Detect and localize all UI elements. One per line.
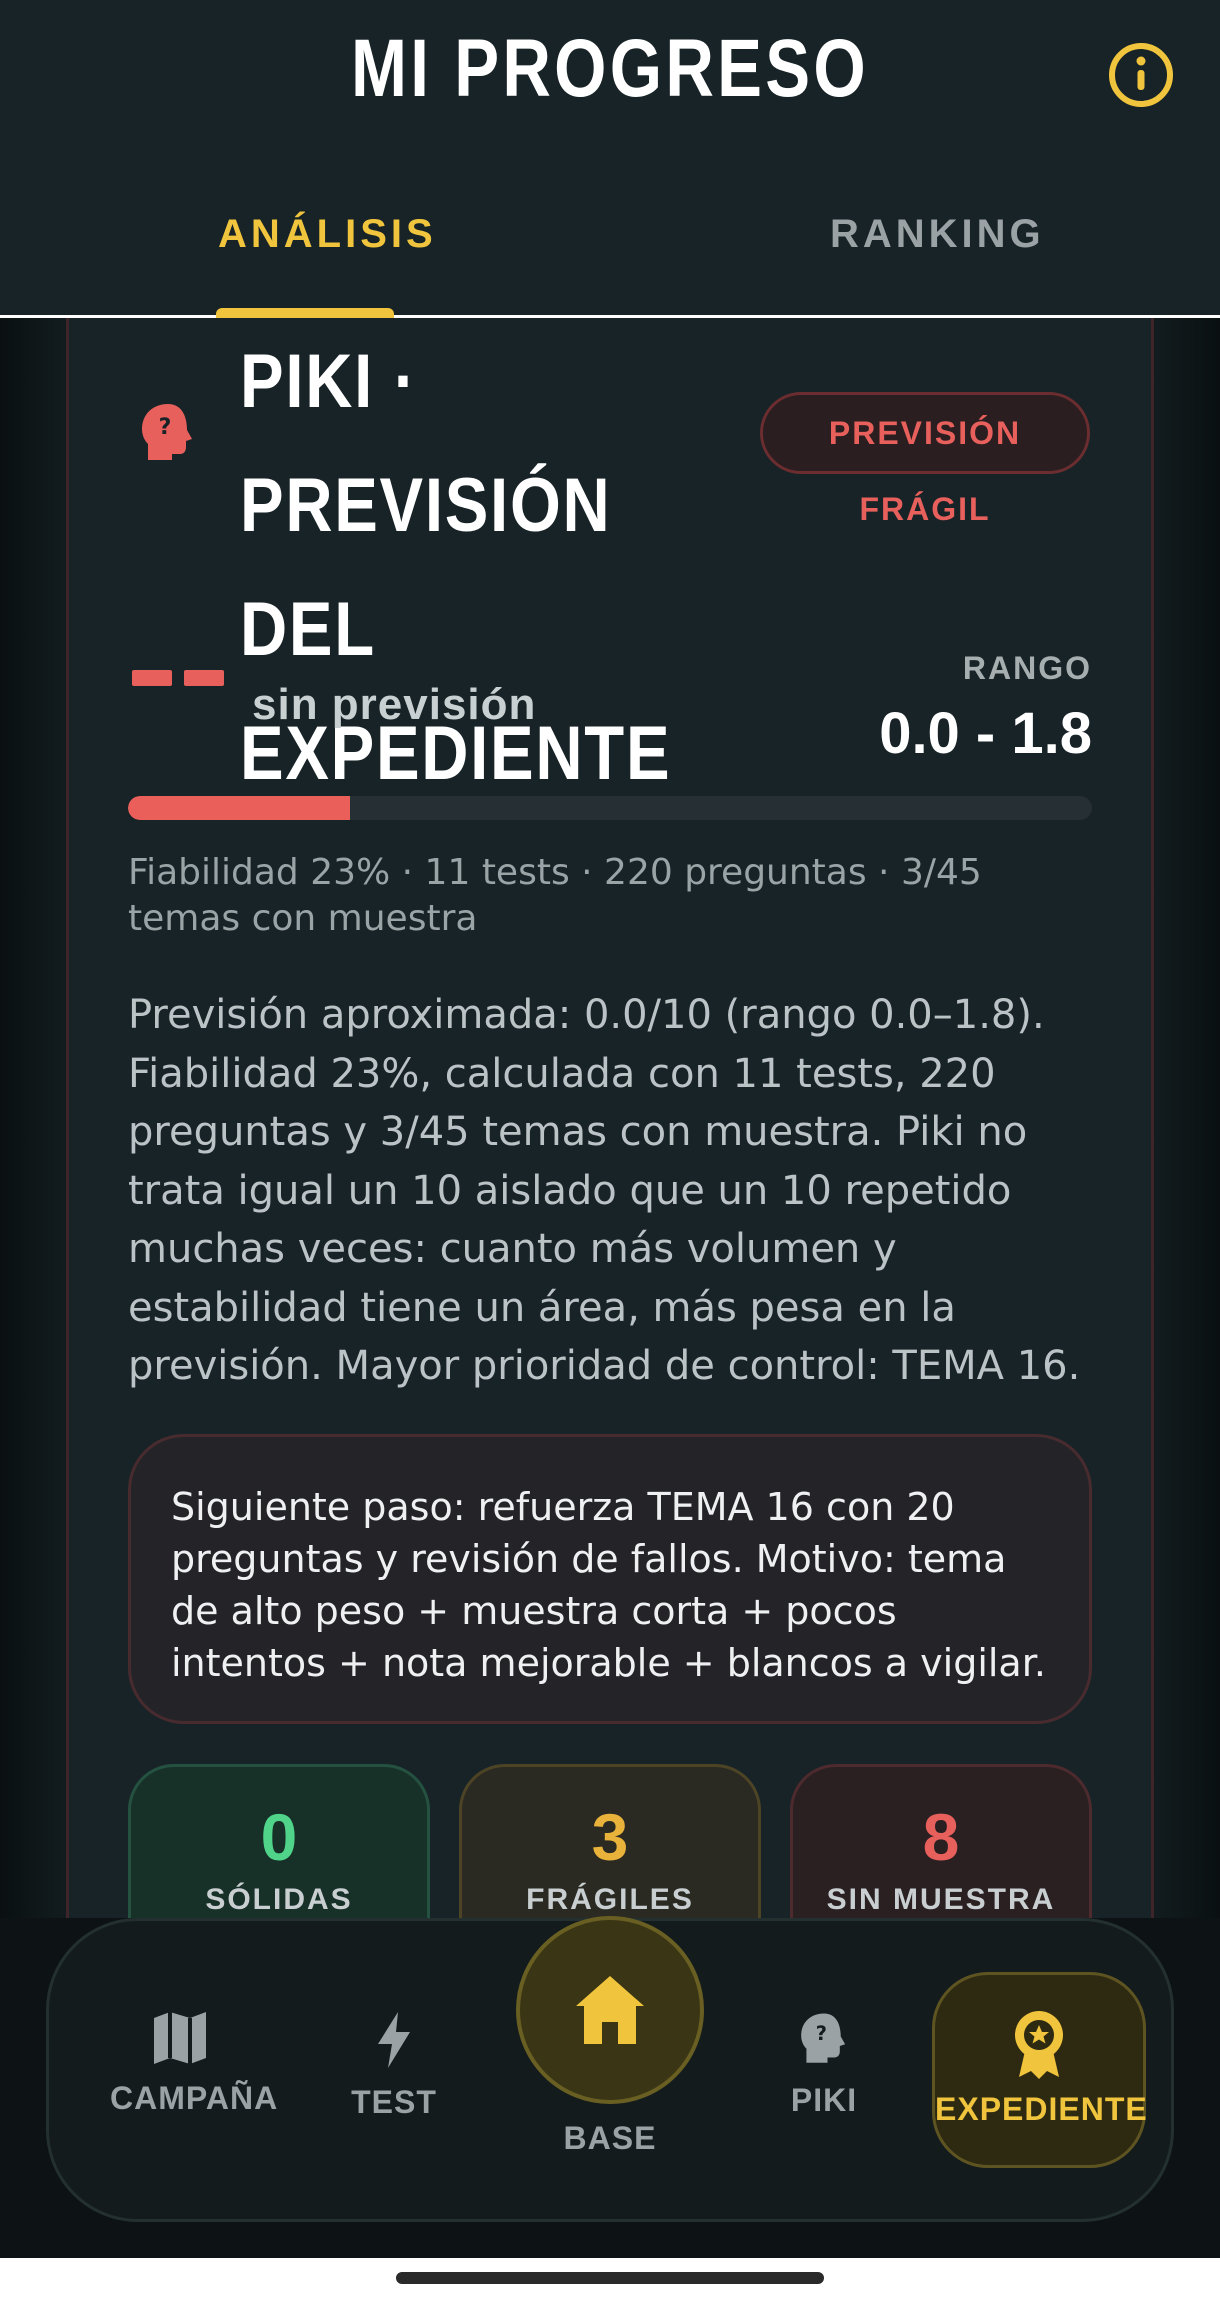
forecast-value: [132, 670, 236, 690]
side-shade-right: [1154, 318, 1220, 1918]
reliability-progress-bar: [128, 796, 1092, 820]
map-icon: [154, 2012, 206, 2064]
tab-ranking[interactable]: RANKING: [830, 212, 1045, 257]
card-title: PIKI · PREVISIÓN DEL EXPEDIENTE: [240, 339, 672, 796]
nav-item-expediente[interactable]: EXPEDIENTE: [932, 1972, 1148, 2168]
app-header: MI PROGRESO ANÁLISIS RANKING: [0, 0, 1220, 318]
lightning-icon: [378, 2012, 410, 2068]
piki-question-head-icon: ?: [142, 404, 192, 460]
status-badge: PREVISIÓN FRÁGIL: [760, 392, 1090, 527]
nav-label: BASE: [563, 2120, 657, 2156]
next-step-box: Siguiente paso: refuerza TEMA 16 con 20 …: [128, 1434, 1092, 1724]
info-icon[interactable]: [1106, 40, 1176, 110]
tab-analisis[interactable]: ANÁLISIS: [218, 212, 437, 257]
nav-item-piki[interactable]: ? PIKI: [764, 2010, 884, 2119]
home-icon: [576, 1976, 644, 2044]
forecast-description: Previsión aproximada: 0.0/10 (rango 0.0–…: [128, 992, 1081, 1389]
stat-value: 0: [260, 1800, 298, 1874]
nav-label: TEST: [351, 2084, 437, 2120]
active-tab-indicator: [216, 308, 394, 318]
range-label: RANGO: [962, 650, 1092, 686]
nav-item-test[interactable]: TEST: [334, 2010, 454, 2121]
page-title: MI PROGRESO: [350, 23, 870, 114]
stat-label: FRÁGILES: [526, 1883, 694, 1916]
stat-label: SÓLIDAS: [205, 1883, 353, 1916]
nav-item-base[interactable]: [516, 1916, 704, 2104]
nav-label: EXPEDIENTE: [935, 2091, 1148, 2127]
forecast-meta: Fiabilidad 23% · 11 tests · 220 pregunta…: [128, 852, 982, 939]
range-value: 0.0 - 1.8: [879, 701, 1092, 766]
stat-label: SIN MUESTRA: [826, 1883, 1056, 1916]
forecast-status-text: sin previsión: [252, 680, 537, 729]
svg-text:?: ?: [159, 415, 172, 440]
stat-value: 3: [591, 1800, 629, 1874]
svg-text:?: ?: [816, 2022, 827, 2045]
nav-label: CAMPAÑA: [110, 2080, 279, 2116]
side-shade-left: [0, 318, 66, 1918]
award-icon: [1015, 2011, 1063, 2079]
nav-label: PIKI: [790, 2082, 858, 2118]
stat-value: 8: [922, 1800, 960, 1874]
nav-item-campana[interactable]: CAMPAÑA: [110, 2010, 279, 2117]
reliability-progress-fill: [128, 796, 350, 820]
question-head-icon: ?: [801, 2013, 846, 2063]
home-indicator[interactable]: [396, 2272, 824, 2284]
